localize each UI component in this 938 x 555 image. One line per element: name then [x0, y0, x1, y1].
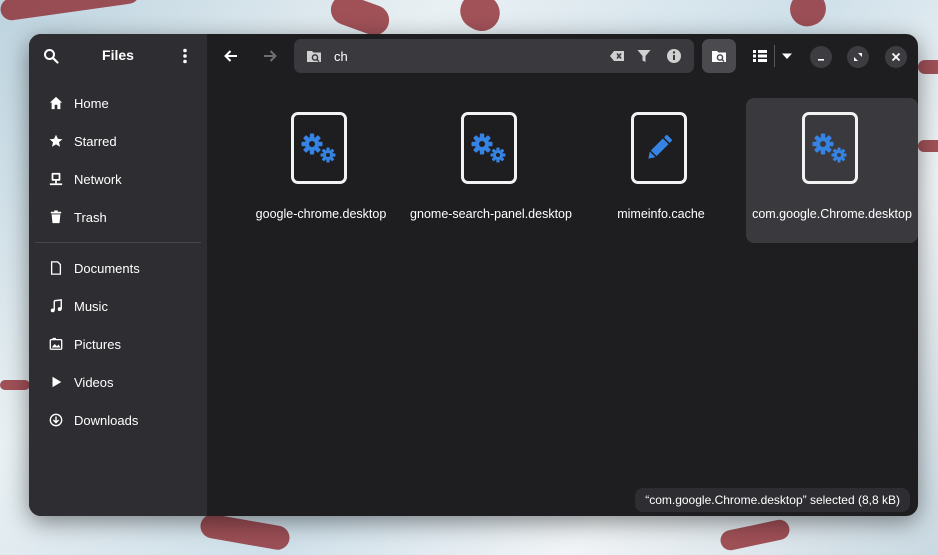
sidebar-item-label: Network: [74, 171, 122, 187]
network-icon: [48, 171, 64, 187]
clear-search-icon[interactable]: [609, 48, 625, 64]
sidebar-item-label: Downloads: [74, 412, 139, 428]
minimize-icon: [818, 59, 824, 61]
settings-file-icon: [802, 112, 858, 184]
kebab-menu-icon: [183, 48, 187, 64]
close-button[interactable]: [885, 46, 907, 68]
wallpaper-stripe: [785, 0, 831, 32]
restore-icon: [854, 53, 862, 61]
sidebar-item-label: Starred: [74, 133, 117, 149]
document-icon: [48, 260, 64, 276]
file-name: mimeinfo.cache: [617, 207, 705, 221]
close-icon: [891, 52, 901, 62]
sidebar-item-documents[interactable]: Documents: [35, 251, 201, 285]
minimize-button[interactable]: [810, 46, 832, 68]
wallpaper-stripe: [0, 0, 141, 22]
search-bar: [294, 39, 694, 73]
back-button[interactable]: [215, 40, 247, 72]
trash-icon: [48, 209, 64, 225]
sidebar-item-label: Trash: [74, 209, 107, 225]
arrow-left-icon: [224, 50, 237, 62]
sidebar-item-label: Music: [74, 298, 108, 314]
filter-icon[interactable]: [636, 48, 652, 64]
file-name: gnome-search-panel.desktop: [410, 207, 572, 221]
sidebar-item-downloads[interactable]: Downloads: [35, 403, 201, 437]
file-item[interactable]: google-chrome.desktop: [235, 98, 407, 243]
info-icon[interactable]: [666, 48, 682, 64]
view-dropdown-button[interactable]: [777, 41, 797, 71]
sidebar-item-label: Pictures: [74, 336, 121, 352]
settings-file-icon: [461, 112, 517, 184]
maximize-button[interactable]: [847, 46, 869, 68]
star-icon: [48, 133, 64, 149]
sidebar-header: Files: [29, 34, 207, 78]
sidebar-item-trash[interactable]: Trash: [35, 200, 201, 234]
view-divider: [774, 45, 775, 67]
file-item-selected[interactable]: com.google.Chrome.desktop: [746, 98, 918, 243]
search-input[interactable]: [334, 47, 584, 65]
settings-file-icon: [291, 112, 347, 184]
videos-icon: [48, 374, 64, 390]
music-icon: [48, 298, 64, 314]
sidebar-divider: [35, 242, 201, 243]
wallpaper-stripe: [198, 512, 292, 552]
sidebar-item-pictures[interactable]: Pictures: [35, 327, 201, 361]
file-item[interactable]: gnome-search-panel.desktop: [405, 98, 577, 243]
sidebar-item-videos[interactable]: Videos: [35, 365, 201, 399]
pictures-icon: [48, 336, 64, 352]
wallpaper-stripe: [918, 140, 938, 152]
selection-status: “com.google.Chrome.desktop” selected (8,…: [635, 488, 910, 512]
sidebar: Files Home Starred Network Trash Documen…: [29, 34, 207, 516]
sidebar-item-music[interactable]: Music: [35, 289, 201, 323]
folder-search-icon: [306, 48, 322, 64]
home-icon: [48, 95, 64, 111]
list-view-button[interactable]: [747, 41, 773, 71]
sidebar-item-network[interactable]: Network: [35, 162, 201, 196]
text-file-icon: [631, 112, 687, 184]
folder-search-icon: [712, 51, 726, 63]
downloads-icon: [48, 412, 64, 428]
chevron-down-icon: [782, 53, 792, 59]
file-name: google-chrome.desktop: [255, 207, 387, 221]
main-menu-button[interactable]: [169, 40, 201, 72]
sidebar-item-label: Documents: [74, 260, 140, 276]
wallpaper-stripe: [0, 380, 30, 390]
view-options: [747, 41, 797, 71]
sidebar-item-starred[interactable]: Starred: [35, 124, 201, 158]
file-name: com.google.Chrome.desktop: [752, 207, 912, 221]
wallpaper-stripe: [453, 0, 507, 38]
wallpaper-stripe: [718, 517, 792, 553]
toggle-search-button[interactable]: [702, 39, 736, 73]
forward-button[interactable]: [254, 40, 286, 72]
sidebar-item-label: Videos: [74, 374, 114, 390]
sidebar-item-label: Home: [74, 95, 109, 111]
header-bar: [207, 34, 918, 78]
list-view-icon: [753, 50, 767, 62]
arrow-right-icon: [264, 50, 277, 62]
file-item[interactable]: mimeinfo.cache: [575, 98, 747, 243]
files-window: Files Home Starred Network Trash Documen…: [29, 34, 918, 516]
sidebar-item-home[interactable]: Home: [35, 86, 201, 120]
wallpaper-stripe: [918, 60, 938, 74]
